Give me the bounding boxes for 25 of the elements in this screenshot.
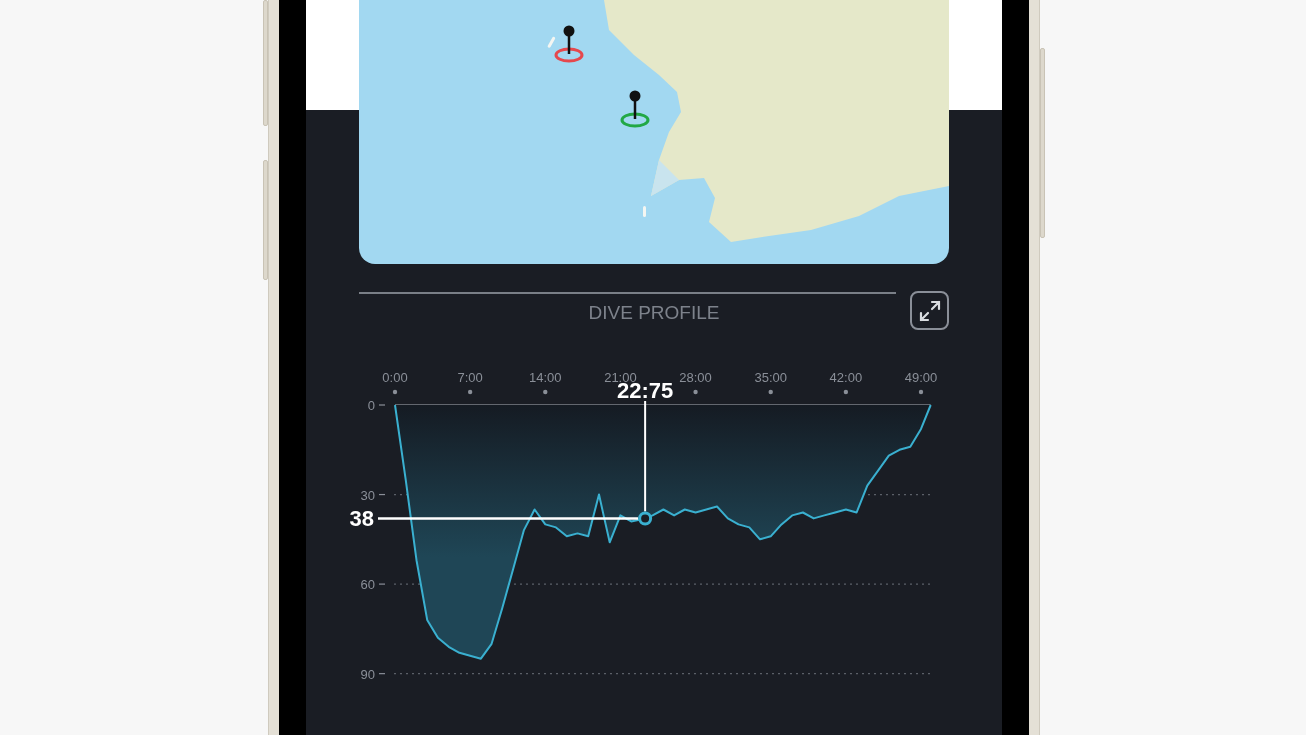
tick-label: 60 [360,577,375,593]
tick-label: 42:00 [829,370,863,385]
tick-dot [768,389,773,395]
map-pin[interactable] [620,89,650,129]
tick-label: 0:00 [382,370,408,385]
tick-dot [467,389,473,395]
tick-dot [543,389,548,395]
expand-icon [917,298,942,323]
depth-marker[interactable] [638,511,653,526]
map-pin[interactable] [554,24,584,64]
depth-readout: 38 [349,506,374,532]
tick-dot [843,389,849,395]
tick-dot [918,389,924,395]
expand-button[interactable] [910,291,949,330]
tick-label: 49:00 [904,370,938,385]
tick-label: 28:00 [679,370,712,385]
tick-label: 14:00 [529,370,562,385]
section-title: DIVE PROFILE [588,302,720,325]
tick-label: 0 [367,398,375,413]
tick-dot [693,389,698,395]
tick-label: 90 [360,666,375,682]
tick-dot [392,389,398,395]
tick-label: 7:00 [457,370,483,385]
tick-label: 30 [360,487,375,503]
tick-label: 35:00 [754,370,787,385]
